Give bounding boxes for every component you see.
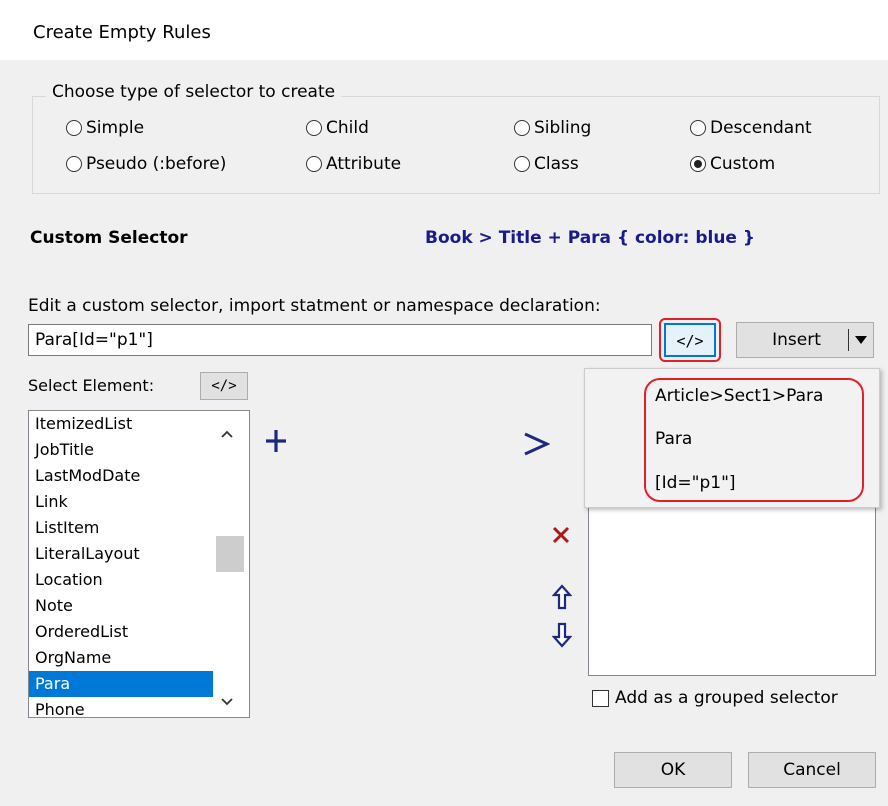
radio-pseudo[interactable]: Pseudo (:before) <box>66 154 226 174</box>
down-arrow-icon[interactable] <box>551 622 573 653</box>
selector-preview: Book > Title + Para { color: blue } <box>425 228 755 248</box>
custom-selector-input[interactable]: Para[Id="p1"] <box>28 324 652 356</box>
radio-label: Attribute <box>326 154 402 174</box>
chevron-down-icon[interactable] <box>849 335 873 345</box>
radio-child[interactable]: Child <box>306 118 369 138</box>
element-tag-button[interactable]: </> <box>200 372 248 400</box>
plus-icon[interactable] <box>264 428 288 459</box>
grouped-label: Add as a grouped selector <box>615 688 838 708</box>
radio-circle-icon <box>690 120 706 136</box>
insert-tag-button[interactable]: </> <box>664 323 716 357</box>
radio-label: Pseudo (:before) <box>86 154 227 174</box>
selector-parts-list[interactable] <box>588 506 876 676</box>
radio-label: Child <box>326 118 369 138</box>
edit-selector-label: Edit a custom selector, import statment … <box>28 296 601 316</box>
radio-circle-icon <box>66 156 82 172</box>
list-item[interactable]: Para <box>29 671 213 697</box>
scroll-down-icon[interactable] <box>220 692 234 712</box>
radio-circle-icon <box>66 120 82 136</box>
highlight-ring <box>644 378 864 502</box>
cancel-button[interactable]: Cancel <box>748 752 876 788</box>
insert-button-label: Insert <box>772 330 821 350</box>
scroll-up-icon[interactable] <box>220 424 234 444</box>
greater-than-icon[interactable] <box>522 430 551 463</box>
radio-label: Descendant <box>710 118 812 138</box>
radio-circle-icon <box>306 156 322 172</box>
radio-circle-icon <box>514 156 530 172</box>
dialog-title: Create Empty Rules <box>33 22 211 43</box>
radio-label: Custom <box>710 154 776 174</box>
custom-selector-heading: Custom Selector <box>30 228 188 248</box>
up-arrow-icon[interactable] <box>551 584 573 615</box>
radio-circle-icon <box>514 120 530 136</box>
radio-label: Simple <box>86 118 145 138</box>
radio-class[interactable]: Class <box>514 154 579 174</box>
radio-attribute[interactable]: Attribute <box>306 154 401 174</box>
scroll-thumb[interactable] <box>216 536 244 572</box>
radio-circle-icon <box>306 120 322 136</box>
radio-simple[interactable]: Simple <box>66 118 144 138</box>
grouped-checkbox[interactable]: Add as a grouped selector <box>592 688 838 708</box>
checkbox-box <box>592 689 609 707</box>
selector-type-group <box>32 96 880 194</box>
ok-button[interactable]: OK <box>614 752 732 788</box>
radio-descendant[interactable]: Descendant <box>690 118 812 138</box>
insert-button[interactable]: Insert <box>736 322 874 358</box>
radio-custom[interactable]: Custom <box>690 154 775 174</box>
radio-sibling[interactable]: Sibling <box>514 118 591 138</box>
radio-label: Class <box>534 154 579 174</box>
select-element-label: Select Element: <box>28 376 155 395</box>
x-icon[interactable] <box>552 526 570 549</box>
radio-checked-icon <box>690 156 706 172</box>
radio-label: Sibling <box>534 118 592 138</box>
selector-type-legend: Choose type of selector to create <box>46 82 342 102</box>
